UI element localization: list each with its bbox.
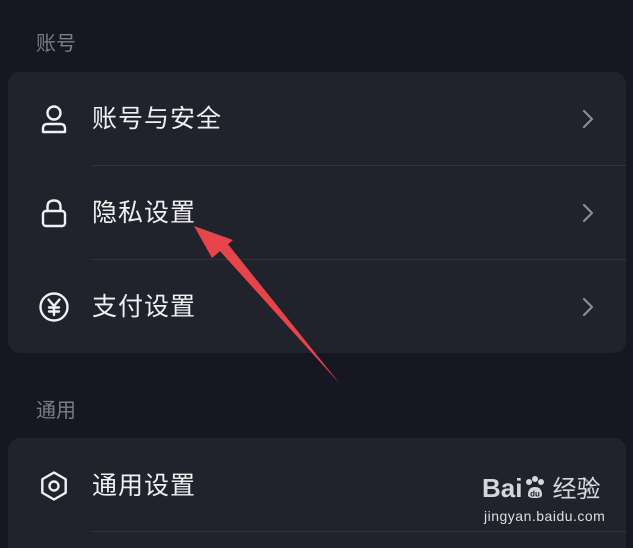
account-settings-card: 账号与安全 隐私设置 支付设置: [8, 72, 626, 353]
chevron-right-icon: [574, 293, 602, 321]
watermark-logo: Bai du 经验: [482, 470, 600, 506]
section-header-general: 通用: [36, 398, 76, 422]
watermark-logo-prefix: Bai: [482, 473, 523, 503]
settings-item-label: 支付设置: [92, 292, 197, 321]
settings-item-privacy[interactable]: 隐私设置: [8, 166, 626, 260]
watermark-url: jingyan.baidu.com: [484, 508, 606, 524]
yuan-coin-icon: [36, 289, 72, 325]
settings-item-payment[interactable]: 支付设置: [8, 260, 626, 353]
gear-icon: [36, 468, 72, 504]
user-icon: [36, 101, 72, 137]
settings-item-label: 通用设置: [92, 471, 197, 500]
divider: [92, 531, 626, 532]
settings-item-label: 隐私设置: [92, 198, 197, 227]
baidu-jingyan-watermark: Bai du 经验 jingyan.baidu.com: [482, 470, 630, 530]
paw-icon: du: [526, 476, 545, 499]
chevron-right-icon: [574, 199, 602, 227]
settings-item-label: 账号与安全: [92, 104, 223, 133]
lock-icon: [36, 195, 72, 231]
svg-text:du: du: [531, 490, 541, 499]
chevron-right-icon: [574, 105, 602, 133]
section-header-account: 账号: [36, 31, 76, 55]
watermark-logo-suffix: 经验: [552, 476, 601, 503]
settings-item-account-security[interactable]: 账号与安全: [8, 72, 626, 166]
